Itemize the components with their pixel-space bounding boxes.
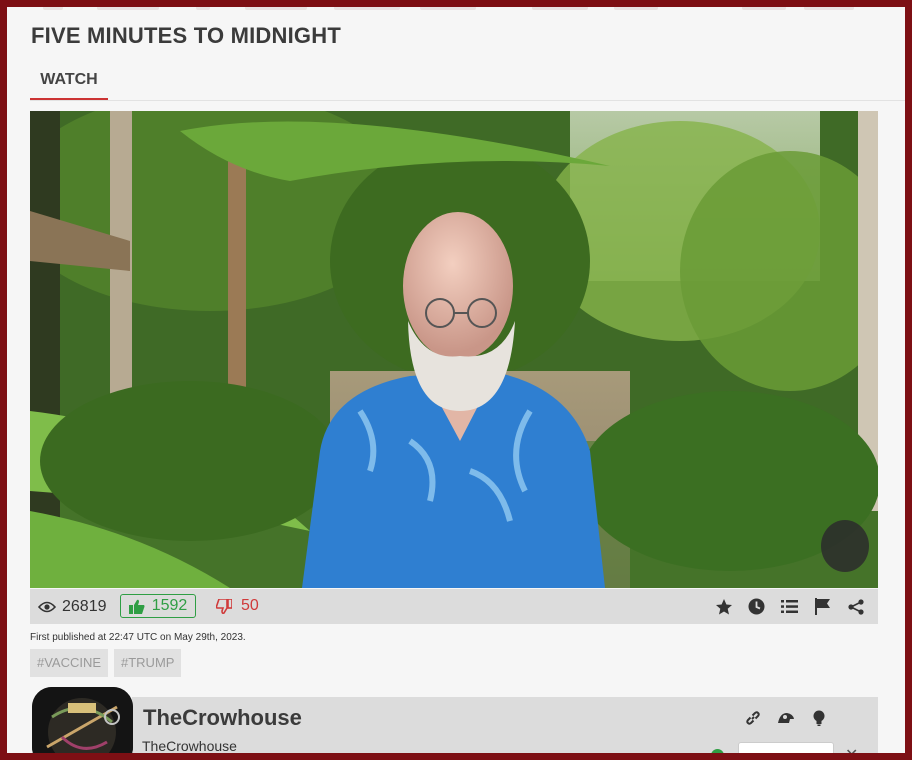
page-frame: FIVE MINUTES TO MIDNIGHT WATCH 26819 159… — [7, 7, 905, 753]
video-player[interactable] — [30, 111, 878, 588]
link-icon[interactable] — [742, 707, 764, 729]
like-button[interactable]: 1592 — [120, 594, 196, 618]
clock-icon[interactable] — [740, 589, 773, 624]
tab-bar: WATCH — [30, 63, 905, 101]
close-icon[interactable]: ✕ — [845, 745, 858, 753]
thumbs-down-icon — [216, 598, 232, 614]
top-nav-remnants — [7, 7, 905, 13]
lightbulb-icon[interactable] — [808, 707, 830, 729]
tag-vaccine[interactable]: #VACCINE — [30, 649, 109, 677]
donate-icon[interactable] — [775, 707, 797, 729]
star-icon[interactable] — [707, 589, 740, 624]
channel-card: TheCrowhouse TheCrowhouse ✕ — [30, 687, 878, 753]
published-date: First published at 22:47 UTC on May 29th… — [30, 632, 246, 643]
channel-icons — [742, 707, 830, 729]
eye-icon — [38, 601, 56, 612]
avatar[interactable] — [32, 687, 133, 753]
flag-icon[interactable] — [806, 589, 839, 624]
thumbs-up-icon — [128, 599, 145, 614]
video-actions — [707, 589, 872, 624]
subscribe-button[interactable] — [738, 742, 834, 753]
channel-handle: TheCrowhouse — [142, 738, 237, 753]
share-icon[interactable] — [839, 589, 872, 624]
views-value: 26819 — [62, 597, 107, 615]
views-count: 26819 — [38, 589, 107, 624]
tab-watch[interactable]: WATCH — [30, 63, 108, 100]
video-action-bar: 26819 1592 50 — [30, 589, 878, 624]
video-frame-image — [30, 111, 878, 588]
channel-name[interactable]: TheCrowhouse — [143, 705, 302, 731]
tag-trump[interactable]: #TRUMP — [114, 649, 182, 677]
likes-value: 1592 — [151, 597, 188, 614]
dislikes-value: 50 — [241, 597, 259, 614]
page-title: FIVE MINUTES TO MIDNIGHT — [31, 23, 341, 48]
dislike-button[interactable]: 50 — [216, 594, 259, 618]
list-icon[interactable] — [773, 589, 806, 624]
